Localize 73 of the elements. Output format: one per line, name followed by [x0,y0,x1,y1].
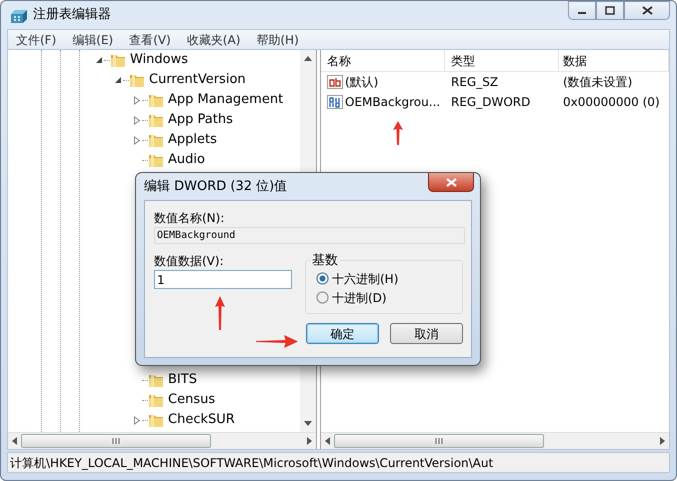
window-title: 注册表编辑器 [33,6,111,24]
data-input-field[interactable]: 1 [154,270,292,289]
name-field[interactable]: OEMBackground [154,227,465,244]
tree-item[interactable]: Applets [168,130,217,150]
ok-button[interactable]: 确定 [306,323,379,344]
column-header[interactable]: 名称 [321,50,445,71]
annotation-arrow [256,335,298,348]
scroll-right-icon[interactable] [660,437,665,445]
menu-item[interactable]: 编辑(E) [64,30,122,48]
close-icon [446,178,456,186]
dialog-title: 编辑 DWORD (32 位)值 [144,178,288,196]
folder-icon [148,92,164,108]
tree-item[interactable]: Census [168,390,216,410]
radio-button[interactable] [316,272,329,285]
tree-item[interactable]: BITS [168,370,197,390]
close-icon [642,6,652,15]
scroll-down-icon[interactable] [304,421,312,426]
scroll-left-icon[interactable] [325,437,330,445]
folder-icon [148,372,164,388]
tree-item[interactable]: Audio [168,150,205,170]
value-type: REG_SZ [450,74,500,91]
tree-item[interactable]: CheckSUR [168,410,235,430]
tree-item[interactable]: Windows [130,50,188,70]
cancel-button[interactable]: 取消 [390,323,463,344]
menu-item[interactable]: 查看(V) [121,30,179,48]
collapsed-icon[interactable] [133,116,141,124]
radio-button[interactable] [316,291,329,304]
scroll-left-icon[interactable] [12,437,17,445]
value-data: (数值未设置) [562,74,634,91]
folder-icon [129,72,145,88]
value-data: 0x00000000 (0) [562,94,661,111]
value-type: REG_DWORD [450,94,532,111]
collapsed-icon[interactable] [133,416,141,424]
folder-icon [148,132,164,148]
grip-icon [435,438,443,444]
grip-icon [112,438,120,444]
menu-item[interactable]: 收藏夹(A) [178,30,248,48]
column-header[interactable]: 类型 [445,50,559,71]
collapsed-icon[interactable] [133,96,141,104]
collapsed-icon[interactable] [133,136,141,144]
close-button[interactable] [624,1,670,20]
value-name[interactable]: OEMBackgrou... [345,93,440,111]
menu-item[interactable]: 帮助(H) [248,30,307,48]
folder-icon [148,152,164,168]
maximize-icon [605,6,615,15]
expanded-icon[interactable] [95,56,103,64]
field-label: 数值数据(V): [154,253,224,270]
scroll-thumb[interactable] [21,434,211,448]
maximize-button[interactable] [596,1,624,20]
tree-item[interactable]: App Paths [168,110,233,130]
radio-label[interactable]: 十六进制(H) [332,270,398,288]
binary-value-icon [327,94,343,110]
tree-item[interactable]: CurrentVersion [149,70,246,90]
folder-icon [148,112,164,128]
minimize-button[interactable] [568,1,596,20]
annotation-arrow [393,121,403,145]
annotation-arrow [215,296,225,330]
scroll-right-icon[interactable] [307,437,312,445]
value-name[interactable]: (默认) [345,73,378,91]
tree-item[interactable]: App Management [168,90,284,110]
string-value-icon [327,74,343,90]
close-button[interactable] [428,173,474,192]
folder-icon [110,52,126,68]
menu-item[interactable]: 文件(F) [8,30,64,48]
field-label: 数值名称(N): [154,210,224,227]
expanded-icon[interactable] [114,76,122,84]
status-bar: 计算机\HKEY_LOCAL_MACHINE\SOFTWARE\Microsoft\Windows\CurrentVersion\Aut [7,452,670,473]
radio-label[interactable]: 十进制(D) [332,288,387,306]
folder-icon [148,392,164,408]
scroll-thumb[interactable] [334,434,544,448]
scroll-up-icon[interactable] [304,56,312,61]
folder-icon [148,412,164,428]
column-header[interactable]: 数据 [559,50,669,71]
